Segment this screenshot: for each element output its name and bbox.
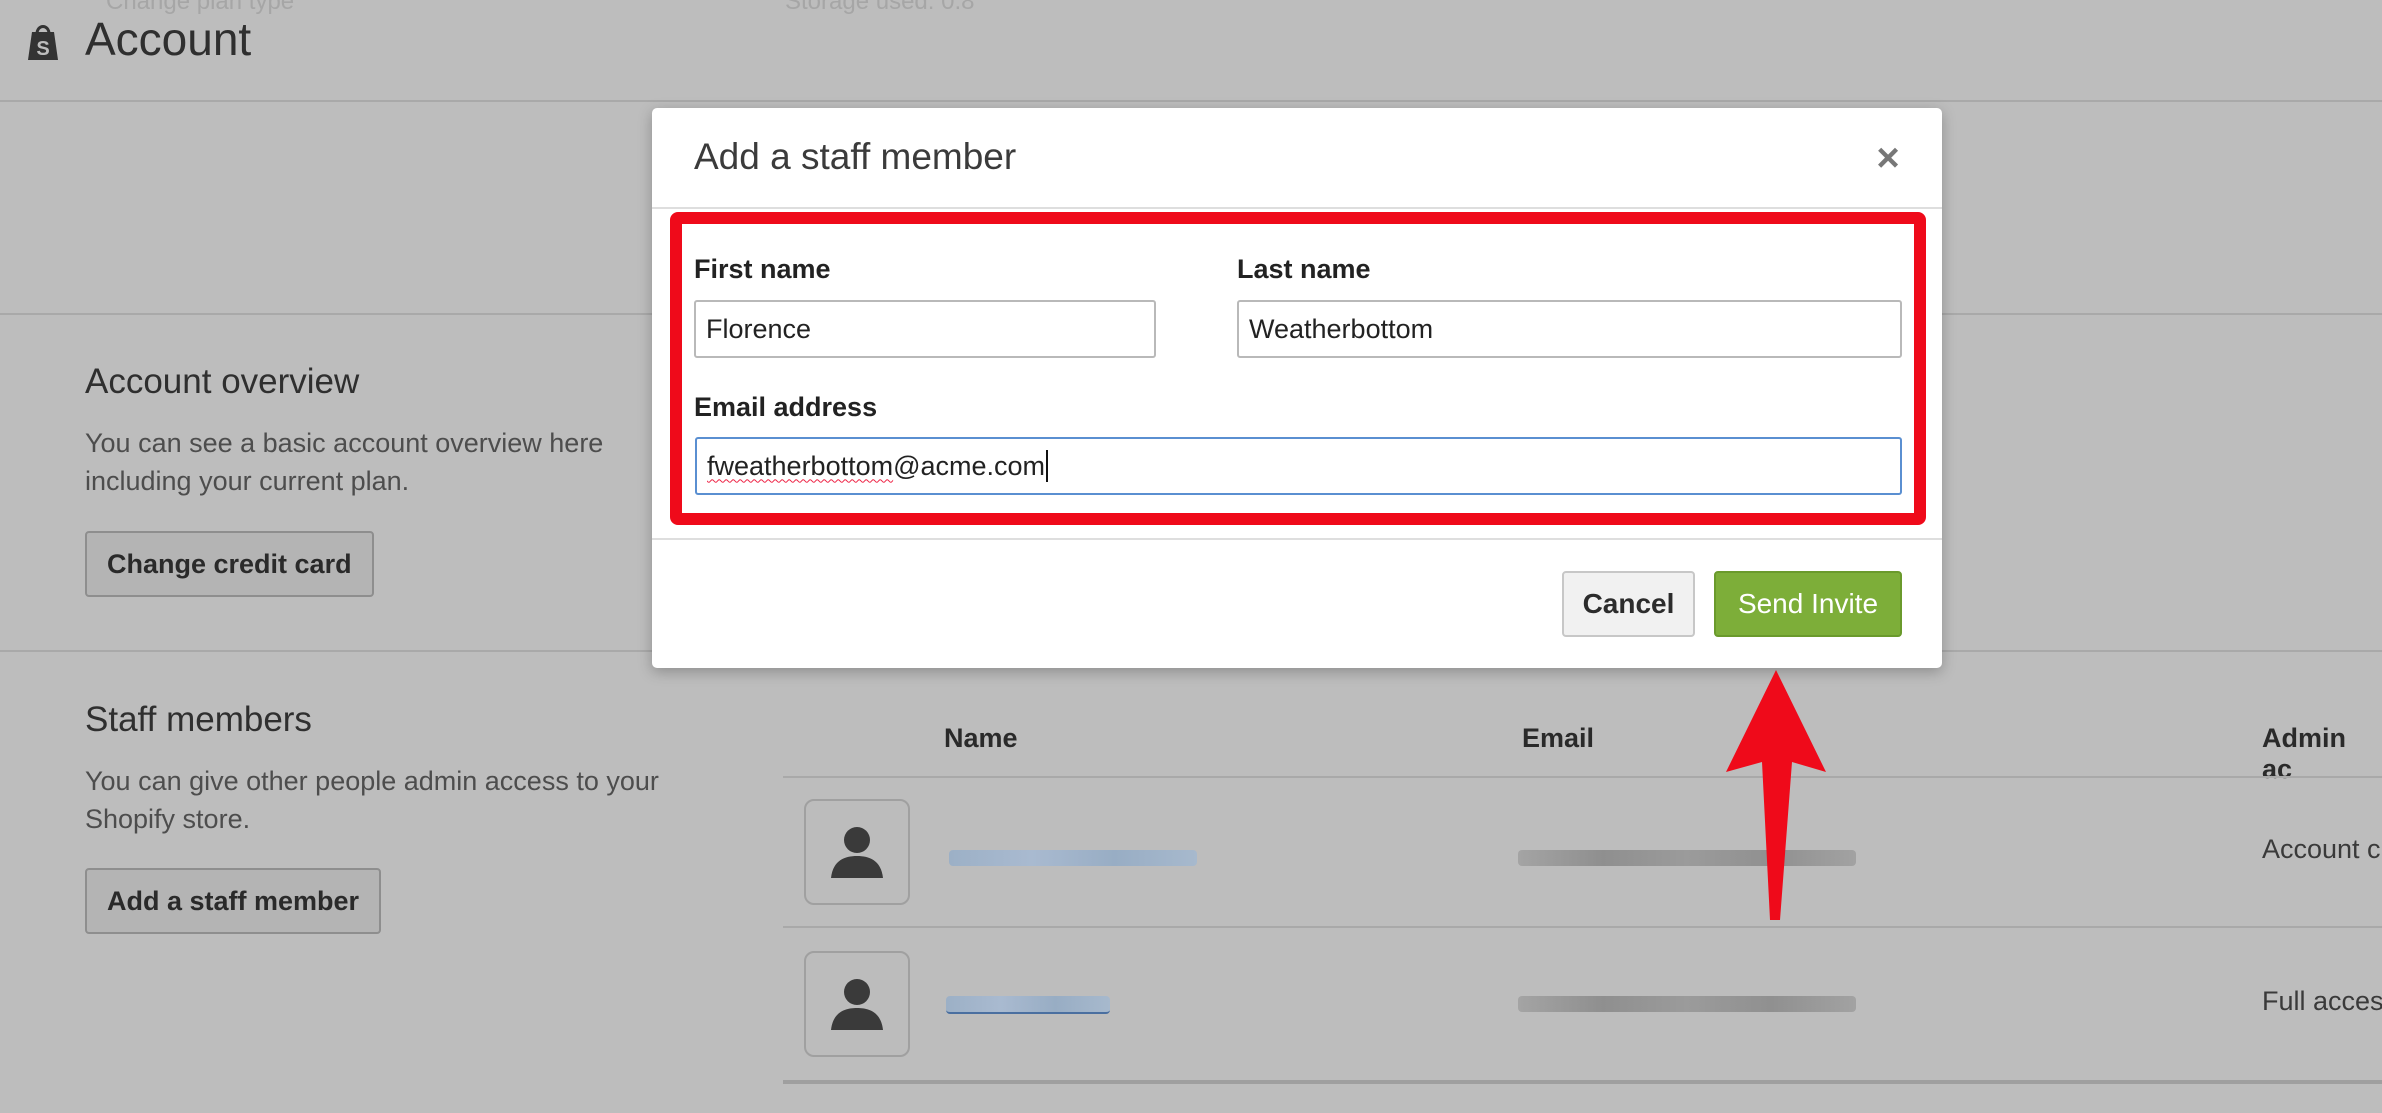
modal-header-divider: [652, 207, 1942, 209]
staff-name-link[interactable]: [949, 850, 1197, 866]
close-icon[interactable]: ×: [1870, 136, 1906, 180]
person-icon: [831, 827, 883, 878]
ghost-storage-used: Storage used: 0.8: [785, 0, 975, 15]
column-header-name[interactable]: Name: [944, 723, 1018, 754]
add-staff-modal: Add a staff member × First name Last nam…: [652, 108, 1942, 668]
svg-text:S: S: [36, 38, 49, 60]
shopping-bag-icon: S: [28, 25, 58, 60]
page-title: Account: [85, 13, 252, 65]
email-value-domain: @acme.com: [893, 450, 1046, 481]
change-credit-card-button[interactable]: Change credit card: [85, 531, 374, 597]
email-address-label: Email address: [694, 392, 878, 422]
add-staff-member-button[interactable]: Add a staff member: [85, 868, 382, 934]
staff-access-level: Account c: [2262, 834, 2381, 864]
modal-footer-divider: [652, 538, 1942, 540]
avatar: [804, 951, 910, 1057]
first-name-field[interactable]: [694, 300, 1156, 358]
last-name-field[interactable]: [1237, 300, 1902, 358]
staff-email: [1518, 996, 1856, 1012]
text-caret: [1046, 450, 1049, 482]
cancel-button[interactable]: Cancel: [1562, 571, 1695, 637]
account-overview-title: Account overview: [85, 362, 360, 401]
header-divider: [0, 100, 2382, 102]
account-overview-description: You can see a basic account overview her…: [85, 428, 604, 496]
send-invite-button[interactable]: Send Invite: [1714, 571, 1902, 637]
table-row-divider: [783, 926, 2382, 928]
first-name-label: First name: [694, 254, 831, 284]
arrow-up-icon: [1726, 670, 1826, 920]
modal-title: Add a staff member: [694, 136, 1017, 177]
avatar: [804, 799, 910, 905]
staff-access-level: Full acces: [2262, 986, 2382, 1016]
table-divider: [783, 776, 2382, 778]
person-icon: [831, 979, 883, 1030]
email-value-misspelled: fweatherbottom: [707, 450, 894, 481]
email-field[interactable]: fweatherbottom @acme.com: [695, 437, 1902, 495]
staff-members-description: You can give other people admin access t…: [85, 766, 659, 834]
table-bottom-border: [783, 1080, 2382, 1084]
last-name-label: Last name: [1237, 254, 1371, 284]
staff-members-title: Staff members: [85, 700, 312, 739]
staff-name-link[interactable]: [946, 996, 1110, 1014]
column-header-email[interactable]: Email: [1522, 723, 1594, 754]
